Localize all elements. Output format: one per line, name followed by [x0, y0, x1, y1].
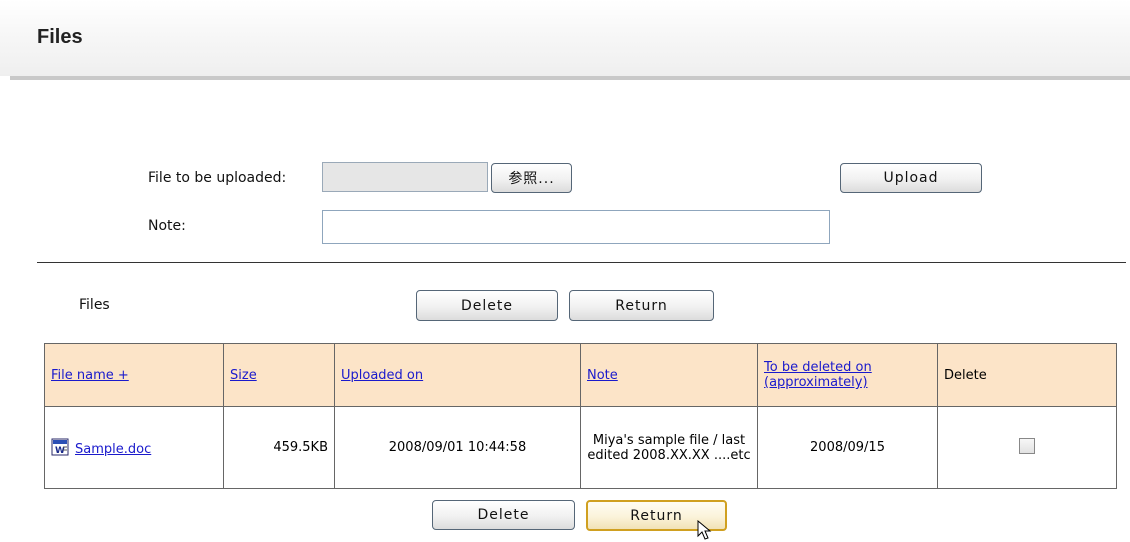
files-section-label: Files	[79, 297, 110, 313]
table-header-row: File name + Size Uploaded on Note To be …	[44, 343, 1117, 407]
delete-button-bottom[interactable]: Delete	[432, 500, 575, 530]
mouse-pointer-icon	[697, 520, 712, 540]
delete-checkbox[interactable]	[1019, 437, 1035, 454]
upload-button[interactable]: Upload	[840, 163, 982, 193]
note-label: Note:	[148, 218, 186, 234]
sort-by-file-name-link[interactable]: File name +	[51, 368, 129, 383]
sort-by-size-link[interactable]: Size	[230, 368, 257, 383]
file-path-input[interactable]	[322, 162, 488, 192]
sort-by-note-link[interactable]: Note	[587, 368, 618, 383]
file-to-upload-label: File to be uploaded:	[148, 170, 287, 186]
note-input[interactable]	[322, 210, 830, 244]
uploaded-on-cell: 2008/09/01 10:44:58	[334, 406, 581, 489]
file-size-cell: 459.5KB	[223, 406, 335, 489]
file-name-link[interactable]: Sample.doc	[75, 442, 151, 457]
column-header-delete: Delete	[937, 343, 1117, 407]
table-row: W Sample.doc 459.5KB 2008/09/01 10:44:58…	[44, 406, 1117, 489]
delete-column-label: Delete	[944, 367, 987, 383]
column-header-file-name[interactable]: File name +	[44, 343, 224, 407]
column-header-uploaded-on[interactable]: Uploaded on	[334, 343, 581, 407]
page-header	[0, 0, 1130, 76]
sort-by-uploaded-on-link[interactable]: Uploaded on	[341, 368, 423, 383]
return-button-top[interactable]: Return	[569, 290, 714, 321]
files-table: File name + Size Uploaded on Note To be …	[44, 343, 1117, 489]
column-header-size[interactable]: Size	[223, 343, 335, 407]
delete-button-top[interactable]: Delete	[416, 290, 558, 321]
file-name-cell: W Sample.doc	[44, 406, 224, 489]
section-divider	[37, 262, 1126, 263]
delete-checkbox-cell	[937, 406, 1117, 489]
sort-by-delete-date-link[interactable]: To be deleted on (approximately)	[764, 360, 872, 390]
note-cell: Miya's sample file / last edited 2008.XX…	[580, 406, 758, 489]
to-be-deleted-on-cell: 2008/09/15	[757, 406, 938, 489]
word-document-icon: W	[51, 438, 69, 456]
header-divider	[10, 76, 1130, 80]
page-title: Files	[37, 26, 83, 48]
column-header-to-be-deleted-on[interactable]: To be deleted on (approximately)	[757, 343, 938, 407]
column-header-note[interactable]: Note	[580, 343, 758, 407]
browse-button[interactable]: 参照...	[491, 163, 572, 193]
